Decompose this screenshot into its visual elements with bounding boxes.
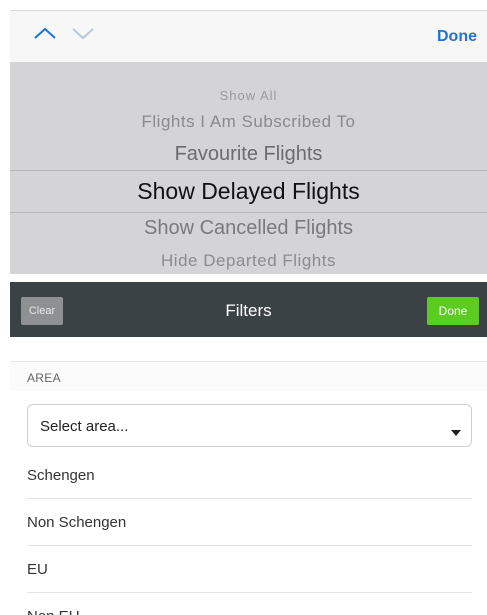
filters-done-button[interactable]: Done — [427, 297, 479, 325]
area-section-header: AREA — [10, 361, 487, 391]
area-select-value: Select area... — [40, 418, 129, 435]
picker-option[interactable]: Favourite Flights — [10, 143, 487, 166]
picker-toolbar: Done — [10, 10, 487, 62]
filters-header-bar: Clear Filters Done — [10, 282, 487, 337]
toolbar-done-button[interactable]: Done — [437, 28, 477, 46]
picker-option-selected[interactable]: Show Delayed Flights — [10, 178, 487, 205]
picker-selection-bottom-line — [10, 212, 487, 213]
area-option-item[interactable]: Schengen — [27, 452, 472, 499]
picker-option[interactable]: Show All — [10, 88, 487, 103]
area-options-list: Schengen Non Schengen EU Non EU — [27, 452, 472, 615]
picker-nav-arrows — [32, 25, 96, 41]
filters-title: Filters — [225, 301, 272, 320]
flight-filter-picker[interactable]: Show All Flights I Am Subscribed To Favo… — [10, 62, 487, 274]
area-select[interactable]: Select area... — [27, 404, 472, 447]
chevron-down-icon[interactable] — [70, 25, 96, 41]
chevron-up-icon[interactable] — [32, 25, 58, 41]
area-option-item[interactable]: Non Schengen — [27, 499, 472, 546]
picker-option[interactable]: Hide Departed Flights — [10, 251, 487, 271]
caret-down-icon — [451, 423, 461, 441]
area-option-item[interactable]: Non EU — [27, 593, 472, 615]
picker-option[interactable]: Show Cancelled Flights — [10, 217, 487, 240]
area-option-item[interactable]: EU — [27, 546, 472, 593]
picker-option[interactable]: Flights I Am Subscribed To — [10, 112, 487, 132]
picker-selection-top-line — [10, 170, 487, 171]
